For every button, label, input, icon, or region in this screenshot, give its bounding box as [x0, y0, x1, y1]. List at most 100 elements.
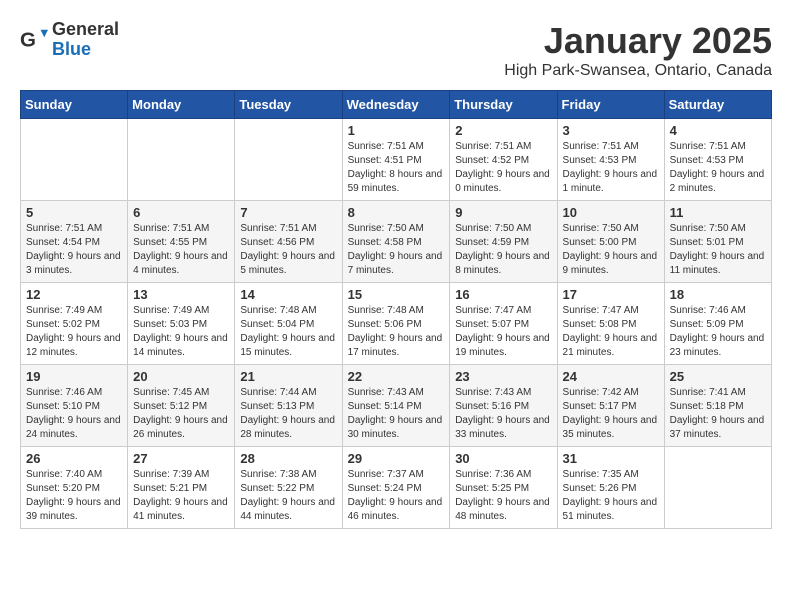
calendar-cell: 2 Sunrise: 7:51 AM Sunset: 4:52 PM Daylig…: [450, 119, 557, 201]
day-info: Sunrise: 7:50 AM Sunset: 5:01 PM Dayligh…: [670, 222, 766, 278]
day-number: 13: [133, 287, 229, 302]
day-number: 1: [348, 123, 445, 138]
weekday-header-thursday: Thursday: [450, 91, 557, 119]
day-info: Sunrise: 7:35 AM Sunset: 5:26 PM Dayligh…: [563, 468, 659, 524]
day-info: Sunrise: 7:47 AM Sunset: 5:07 PM Dayligh…: [455, 304, 551, 360]
day-number: 7: [240, 205, 336, 220]
calendar-cell: 1 Sunrise: 7:51 AM Sunset: 4:51 PM Daylig…: [342, 119, 450, 201]
day-info: Sunrise: 7:46 AM Sunset: 5:10 PM Dayligh…: [26, 386, 122, 442]
calendar-cell: 17 Sunrise: 7:47 AM Sunset: 5:08 PM Dayli…: [557, 283, 664, 365]
logo-text: General Blue: [52, 20, 119, 60]
day-number: 14: [240, 287, 336, 302]
logo-icon: G: [20, 26, 48, 54]
day-number: 2: [455, 123, 551, 138]
day-info: Sunrise: 7:36 AM Sunset: 5:25 PM Dayligh…: [455, 468, 551, 524]
calendar-cell: 14 Sunrise: 7:48 AM Sunset: 5:04 PM Dayli…: [235, 283, 342, 365]
day-info: Sunrise: 7:51 AM Sunset: 4:53 PM Dayligh…: [670, 140, 766, 196]
day-number: 22: [348, 369, 445, 384]
weekday-header-sunday: Sunday: [21, 91, 128, 119]
month-title: January 2025: [504, 20, 772, 62]
day-number: 15: [348, 287, 445, 302]
day-info: Sunrise: 7:50 AM Sunset: 5:00 PM Dayligh…: [563, 222, 659, 278]
day-info: Sunrise: 7:51 AM Sunset: 4:52 PM Dayligh…: [455, 140, 551, 196]
calendar-cell: 24 Sunrise: 7:42 AM Sunset: 5:17 PM Dayli…: [557, 365, 664, 447]
weekday-header-tuesday: Tuesday: [235, 91, 342, 119]
day-number: 28: [240, 451, 336, 466]
calendar-table: SundayMondayTuesdayWednesdayThursdayFrid…: [20, 90, 772, 529]
calendar-cell: 29Sunrise: 7:37 AM Sunset: 5:24 PM Dayli…: [342, 447, 450, 529]
title-block: January 2025 High Park-Swansea, Ontario,…: [504, 20, 772, 80]
day-number: 20: [133, 369, 229, 384]
day-info: Sunrise: 7:51 AM Sunset: 4:54 PM Dayligh…: [26, 222, 122, 278]
calendar-cell: 13 Sunrise: 7:49 AM Sunset: 5:03 PM Dayli…: [128, 283, 235, 365]
calendar-cell: 7Sunrise: 7:51 AM Sunset: 4:56 PM Daylig…: [235, 201, 342, 283]
day-number: 21: [240, 369, 336, 384]
day-number: 6: [133, 205, 229, 220]
day-number: 24: [563, 369, 659, 384]
day-number: 5: [26, 205, 122, 220]
logo: G General Blue: [20, 20, 119, 60]
day-info: Sunrise: 7:43 AM Sunset: 5:14 PM Dayligh…: [348, 386, 445, 442]
day-info: Sunrise: 7:45 AM Sunset: 5:12 PM Dayligh…: [133, 386, 229, 442]
weekday-header-row: SundayMondayTuesdayWednesdayThursdayFrid…: [21, 91, 772, 119]
day-info: Sunrise: 7:51 AM Sunset: 4:51 PM Dayligh…: [348, 140, 445, 196]
day-info: Sunrise: 7:43 AM Sunset: 5:16 PM Dayligh…: [455, 386, 551, 442]
location: High Park-Swansea, Ontario, Canada: [504, 62, 772, 80]
day-number: 3: [563, 123, 659, 138]
calendar-cell: 6Sunrise: 7:51 AM Sunset: 4:55 PM Daylig…: [128, 201, 235, 283]
calendar-cell: 23 Sunrise: 7:43 AM Sunset: 5:16 PM Dayli…: [450, 365, 557, 447]
calendar-cell: 20 Sunrise: 7:45 AM Sunset: 5:12 PM Dayli…: [128, 365, 235, 447]
calendar-cell: 18Sunrise: 7:46 AM Sunset: 5:09 PM Dayli…: [664, 283, 771, 365]
svg-text:G: G: [20, 28, 36, 51]
calendar-cell: [21, 119, 128, 201]
day-number: 25: [670, 369, 766, 384]
calendar-week-row: 19Sunrise: 7:46 AM Sunset: 5:10 PM Dayli…: [21, 365, 772, 447]
calendar-week-row: 12Sunrise: 7:49 AM Sunset: 5:02 PM Dayli…: [21, 283, 772, 365]
day-number: 4: [670, 123, 766, 138]
day-number: 17: [563, 287, 659, 302]
calendar-week-row: 26 Sunrise: 7:40 AM Sunset: 5:20 PM Dayli…: [21, 447, 772, 529]
calendar-cell: [235, 119, 342, 201]
day-number: 26: [26, 451, 122, 466]
calendar-cell: 31 Sunrise: 7:35 AM Sunset: 5:26 PM Dayli…: [557, 447, 664, 529]
day-number: 29: [348, 451, 445, 466]
calendar-week-row: 1 Sunrise: 7:51 AM Sunset: 4:51 PM Daylig…: [21, 119, 772, 201]
weekday-header-monday: Monday: [128, 91, 235, 119]
calendar-cell: 28 Sunrise: 7:38 AM Sunset: 5:22 PM Dayli…: [235, 447, 342, 529]
day-info: Sunrise: 7:47 AM Sunset: 5:08 PM Dayligh…: [563, 304, 659, 360]
calendar-cell: [128, 119, 235, 201]
calendar-cell: 19Sunrise: 7:46 AM Sunset: 5:10 PM Dayli…: [21, 365, 128, 447]
calendar-cell: 12Sunrise: 7:49 AM Sunset: 5:02 PM Dayli…: [21, 283, 128, 365]
day-number: 10: [563, 205, 659, 220]
calendar-cell: 27 Sunrise: 7:39 AM Sunset: 5:21 PM Dayli…: [128, 447, 235, 529]
calendar-cell: 25 Sunrise: 7:41 AM Sunset: 5:18 PM Dayli…: [664, 365, 771, 447]
calendar-cell: 4 Sunrise: 7:51 AM Sunset: 4:53 PM Daylig…: [664, 119, 771, 201]
day-number: 11: [670, 205, 766, 220]
day-info: Sunrise: 7:42 AM Sunset: 5:17 PM Dayligh…: [563, 386, 659, 442]
calendar-cell: 11 Sunrise: 7:50 AM Sunset: 5:01 PM Dayli…: [664, 201, 771, 283]
logo-blue: Blue: [52, 40, 119, 60]
day-number: 12: [26, 287, 122, 302]
day-number: 16: [455, 287, 551, 302]
page-header: G General Blue January 2025 High Park-Sw…: [20, 20, 772, 80]
day-info: Sunrise: 7:50 AM Sunset: 4:58 PM Dayligh…: [348, 222, 445, 278]
day-number: 23: [455, 369, 551, 384]
day-info: Sunrise: 7:49 AM Sunset: 5:03 PM Dayligh…: [133, 304, 229, 360]
day-info: Sunrise: 7:50 AM Sunset: 4:59 PM Dayligh…: [455, 222, 551, 278]
day-number: 8: [348, 205, 445, 220]
day-info: Sunrise: 7:39 AM Sunset: 5:21 PM Dayligh…: [133, 468, 229, 524]
calendar-cell: 8 Sunrise: 7:50 AM Sunset: 4:58 PM Daylig…: [342, 201, 450, 283]
day-number: 31: [563, 451, 659, 466]
day-info: Sunrise: 7:40 AM Sunset: 5:20 PM Dayligh…: [26, 468, 122, 524]
calendar-cell: 30Sunrise: 7:36 AM Sunset: 5:25 PM Dayli…: [450, 447, 557, 529]
day-info: Sunrise: 7:38 AM Sunset: 5:22 PM Dayligh…: [240, 468, 336, 524]
weekday-header-friday: Friday: [557, 91, 664, 119]
day-info: Sunrise: 7:41 AM Sunset: 5:18 PM Dayligh…: [670, 386, 766, 442]
calendar-cell: 10 Sunrise: 7:50 AM Sunset: 5:00 PM Dayli…: [557, 201, 664, 283]
day-info: Sunrise: 7:48 AM Sunset: 5:04 PM Dayligh…: [240, 304, 336, 360]
calendar-cell: 3Sunrise: 7:51 AM Sunset: 4:53 PM Daylig…: [557, 119, 664, 201]
day-number: 27: [133, 451, 229, 466]
weekday-header-saturday: Saturday: [664, 91, 771, 119]
calendar-cell: 21Sunrise: 7:44 AM Sunset: 5:13 PM Dayli…: [235, 365, 342, 447]
calendar-cell: 15Sunrise: 7:48 AM Sunset: 5:06 PM Dayli…: [342, 283, 450, 365]
